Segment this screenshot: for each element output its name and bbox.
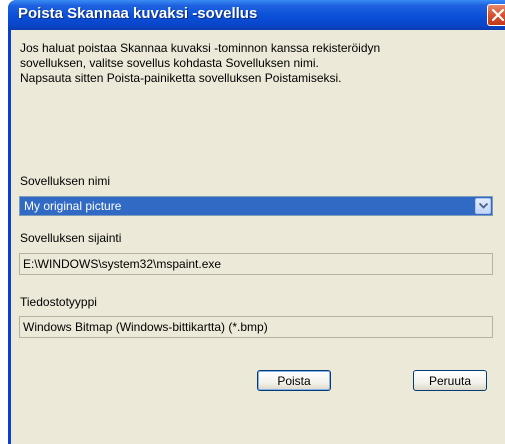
close-icon [492,9,504,21]
instructions-line: sovelluksen, valitse sovellus kohdasta S… [20,56,319,70]
file-type-field: Windows Bitmap (Windows-bittikartta) (*.… [19,316,493,338]
app-name-selected: My original picture [24,199,122,213]
dialog-window: Poista Skannaa kuvaksi -sovellus Jos hal… [8,0,505,444]
cancel-button[interactable]: Peruuta [413,370,487,391]
delete-button[interactable]: Poista [257,370,331,391]
instructions-line: Jos haluat poistaa Skannaa kuvaksi -tomi… [20,41,381,55]
file-type-label: Tiedostotyyppi [20,295,97,309]
chevron-down-icon [479,203,488,209]
app-location-value: E:\WINDOWS\system32\mspaint.exe [23,257,222,271]
window-title: Poista Skannaa kuvaksi -sovellus [18,5,258,22]
app-name-dropdown[interactable]: My original picture [19,196,493,216]
app-location-label: Sovelluksen sijainti [20,231,122,245]
app-name-label: Sovelluksen nimi [20,174,111,188]
instructions-text: Jos haluat poistaa Skannaa kuvaksi -tomi… [20,41,490,86]
instructions-line: Napsauta sitten Poista-painiketta sovell… [20,71,342,85]
app-location-field: E:\WINDOWS\system32\mspaint.exe [19,253,493,275]
dropdown-arrow-button[interactable] [475,198,491,214]
file-type-value: Windows Bitmap (Windows-bittikartta) (*.… [23,320,268,334]
title-bar[interactable]: Poista Skannaa kuvaksi -sovellus [8,0,505,30]
close-button[interactable] [487,4,505,26]
